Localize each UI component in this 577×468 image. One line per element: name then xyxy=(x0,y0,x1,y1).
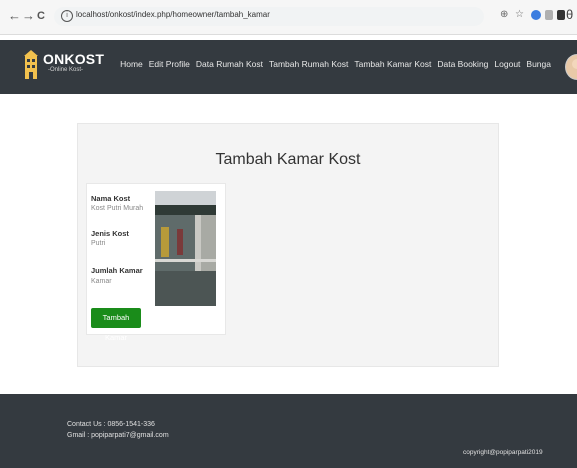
nav-home[interactable]: Home xyxy=(120,59,143,69)
kost-card: Nama Kost Kost Putri Murah Jenis Kost Pu… xyxy=(86,183,226,342)
nama-kost-label: Nama Kost xyxy=(91,194,131,203)
url-text[interactable]: localhost/onkost/index.php/homeowner/tam… xyxy=(76,10,270,19)
info-icon[interactable]: i xyxy=(61,10,73,22)
jumlah-kamar-value: Kamar xyxy=(91,278,112,285)
kost-photo xyxy=(155,191,216,306)
extension-icon[interactable] xyxy=(557,10,565,20)
brand-tagline: -Online Kost- xyxy=(48,67,84,73)
extension-icon[interactable] xyxy=(545,10,553,20)
forward-arrow-icon[interactable]: → xyxy=(22,9,35,23)
footer-copyright: copyright@popiparpati2019 xyxy=(463,449,543,456)
footer: Contact Us : 0856-1541-336 Gmail : popip… xyxy=(0,394,577,468)
content-card: Tambah Kamar Kost Nama Kost Kost Putri M… xyxy=(77,123,499,367)
nav-edit-profile[interactable]: Edit Profile xyxy=(149,59,190,69)
navbar: ONKOST -Online Kost- Home Edit Profile D… xyxy=(0,40,577,94)
jenis-kost-label: Jenis Kost xyxy=(91,229,129,238)
browser-toolbar: ← → C i localhost/onkost/index.php/homeo… xyxy=(0,0,577,35)
tambah-kamar-button[interactable]: Tambah Kamar xyxy=(91,308,141,342)
back-arrow-icon[interactable]: ← xyxy=(8,9,21,23)
profile-icon[interactable]: θ xyxy=(566,7,573,22)
nav-menu: Home Edit Profile Data Rumah Kost Tambah… xyxy=(120,59,563,69)
address-bar[interactable]: i localhost/onkost/index.php/homeowner/t… xyxy=(54,7,484,26)
nav-data-rumah-kost[interactable]: Data Rumah Kost xyxy=(196,59,263,69)
footer-contact: Contact Us : 0856-1541-336 Gmail : popip… xyxy=(67,419,169,441)
zoom-icon[interactable]: ⊕ xyxy=(500,9,508,20)
nav-tambah-kamar-kost[interactable]: Tambah Kamar Kost xyxy=(354,59,431,69)
nav-logout[interactable]: Logout xyxy=(494,59,520,69)
page-title: Tambah Kamar Kost xyxy=(215,151,361,168)
nama-kost-value: Kost Putri Murah xyxy=(91,205,144,212)
reload-icon[interactable]: C xyxy=(37,9,45,23)
building-logo-icon[interactable] xyxy=(24,50,38,80)
brand-name[interactable]: ONKOST xyxy=(43,51,104,67)
nav-data-booking[interactable]: Data Booking xyxy=(437,59,488,69)
avatar[interactable] xyxy=(565,54,577,80)
footer-phone: Contact Us : 0856-1541-336 xyxy=(67,421,155,428)
nav-user-name[interactable]: Bunga xyxy=(526,59,551,69)
jenis-kost-value: Putri xyxy=(91,240,106,247)
jumlah-kamar-label: Jumlah Kamar xyxy=(91,266,143,275)
bookmark-star-icon[interactable]: ☆ xyxy=(515,9,524,20)
nav-tambah-rumah-kost[interactable]: Tambah Rumah Kost xyxy=(269,59,348,69)
extension-icon[interactable] xyxy=(531,10,541,20)
footer-email: Gmail : popiparpati7@gmail.com xyxy=(67,432,169,439)
